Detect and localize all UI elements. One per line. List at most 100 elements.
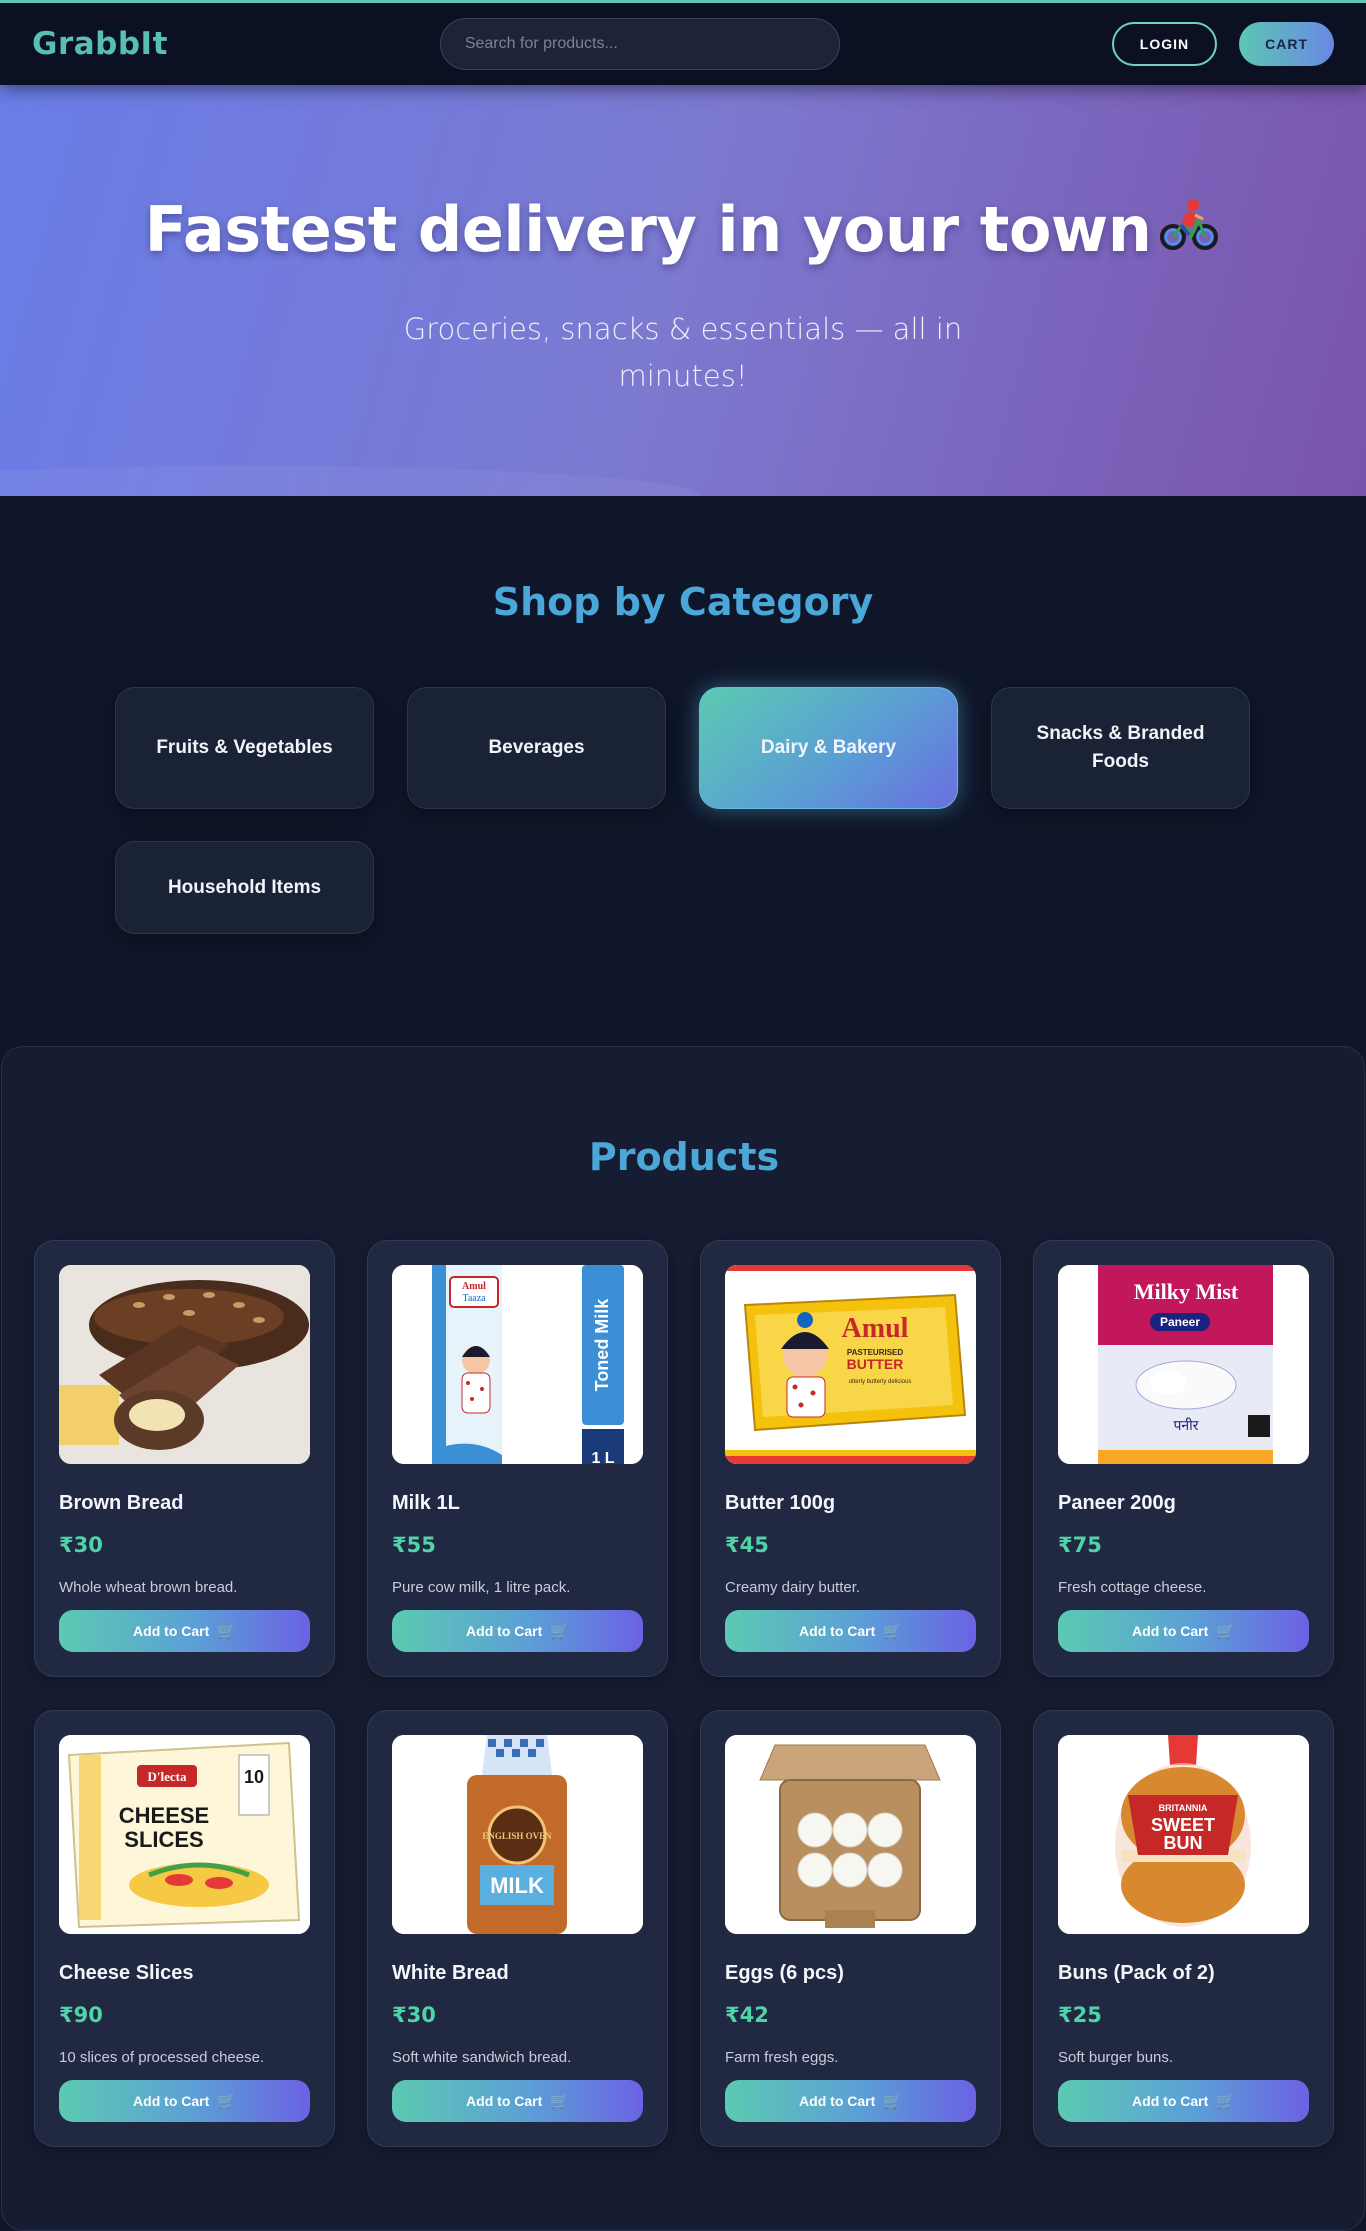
cart-icon: 🛒 (1216, 2093, 1235, 2110)
bun-label-line2: BUN (1164, 1833, 1203, 1853)
white-bread-brand-text: ENGLISH OVEN (482, 1831, 552, 1841)
paneer-brand-text: Milky Mist (1134, 1279, 1239, 1304)
paneer-pack-image: Milky Mist Paneer पनीर (1058, 1265, 1309, 1464)
product-name: Brown Bread (59, 1492, 184, 1514)
product-description: Pure cow milk, 1 litre pack. (392, 1579, 571, 1596)
add-to-cart-button[interactable]: Add to Cart 🛒 (59, 1610, 310, 1652)
product-price: ₹30 (392, 2003, 436, 2027)
add-to-cart-label: Add to Cart (466, 1623, 543, 1639)
product-name: Milk 1L (392, 1492, 460, 1514)
white-bread-image: ENGLISH OVEN MILK (392, 1735, 643, 1934)
bicycle-rider-icon (1159, 197, 1221, 270)
paneer-label-text: Paneer (1160, 1315, 1200, 1329)
product-price: ₹55 (392, 1533, 436, 1557)
butter-pack-image: Amul PASTEURISED BUTTER utterly butterly de… (725, 1265, 976, 1464)
category-dairy-bakery[interactable]: Dairy & Bakery (699, 687, 958, 809)
milk-pack-image: Amul Taaza Toned Milk 1 L (392, 1265, 643, 1464)
top-navbar: GrabbIt LOGIN CART (0, 0, 1366, 85)
add-to-cart-button[interactable]: Add to Cart 🛒 (725, 1610, 976, 1652)
products-section: Products Brown Bread ₹30 Whole wheat bro… (1, 1046, 1365, 2231)
hero-decoration (0, 466, 700, 496)
product-card-milk: Amul Taaza Toned Milk 1 L Milk 1L ₹55 Pure … (367, 1240, 668, 1677)
search-input[interactable] (439, 18, 840, 70)
product-description: 10 slices of processed cheese. (59, 2049, 265, 2066)
milk-brand-text: Amul (462, 1281, 486, 1292)
product-description: Fresh cottage cheese. (1058, 1579, 1207, 1596)
product-name: Cheese Slices (59, 1962, 194, 1984)
product-card-eggs: Eggs (6 pcs) ₹42 Farm fresh eggs. Add to… (700, 1710, 1001, 2147)
product-card-buns: BRITANNIA SWEET BUN Buns (Pack of 2) ₹25 S… (1033, 1710, 1334, 2147)
add-to-cart-button[interactable]: Add to Cart 🛒 (392, 1610, 643, 1652)
category-household-items[interactable]: Household Items (115, 841, 374, 934)
cart-icon: 🛒 (550, 1623, 569, 1640)
hero-banner: Fastest delivery in your town Groceries,… (0, 85, 1366, 496)
add-to-cart-button[interactable]: Add to Cart 🛒 (725, 2080, 976, 2122)
product-description: Soft white sandwich bread. (392, 2049, 572, 2066)
product-card-brown-bread: Brown Bread ₹30 Whole wheat brown bread.… (34, 1240, 335, 1677)
product-grid: Brown Bread ₹30 Whole wheat brown bread.… (34, 1240, 1334, 2147)
cheese-label-line1: CHEESE (119, 1803, 209, 1828)
product-name: Paneer 200g (1058, 1492, 1176, 1514)
category-beverages[interactable]: Beverages (407, 687, 666, 809)
add-to-cart-label: Add to Cart (799, 2093, 876, 2109)
butter-tagline-text: utterly butterly delicious (849, 1379, 912, 1385)
cheese-count-text: 10 (244, 1767, 264, 1787)
login-button[interactable]: LOGIN (1111, 22, 1218, 66)
add-to-cart-button[interactable]: Add to Cart 🛒 (392, 2080, 643, 2122)
product-price: ₹42 (725, 2003, 769, 2027)
milk-volume-text: 1 L (591, 1450, 614, 1464)
cart-icon: 🛒 (883, 2093, 902, 2110)
add-to-cart-label: Add to Cart (133, 1623, 210, 1639)
add-to-cart-button[interactable]: Add to Cart 🛒 (59, 2080, 310, 2122)
product-description: Creamy dairy butter. (725, 1579, 861, 1596)
brand-logo[interactable]: GrabbIt (32, 26, 168, 62)
add-to-cart-label: Add to Cart (1132, 1623, 1209, 1639)
product-card-paneer: Milky Mist Paneer पनीर Paneer 200g ₹75 Fre… (1033, 1240, 1334, 1677)
product-name: Buns (Pack of 2) (1058, 1962, 1215, 1984)
product-card-butter: Amul PASTEURISED BUTTER utterly butterly de… (700, 1240, 1001, 1677)
bun-label-line1: SWEET (1151, 1815, 1215, 1835)
milk-variant-text: Taaza (462, 1293, 486, 1304)
product-name: Butter 100g (725, 1492, 836, 1514)
product-description: Soft burger buns. (1058, 2049, 1174, 2066)
white-bread-label-text: MILK (490, 1873, 544, 1898)
add-to-cart-button[interactable]: Add to Cart 🛒 (1058, 2080, 1309, 2122)
category-fruits-vegetables[interactable]: Fruits & Vegetables (115, 687, 374, 809)
product-card-cheese-slices: D'lecta CHEESE SLICES 10 Cheese Slices ₹90 … (34, 1710, 335, 2147)
bun-brand-text: BRITANNIA (1159, 1803, 1208, 1813)
hero-subtitle: Groceries, snacks & essentials — all in … (403, 312, 963, 393)
hero-title: Fastest delivery in your town (0, 193, 1366, 270)
product-description: Farm fresh eggs. (725, 2049, 839, 2066)
cart-button[interactable]: CART (1239, 22, 1334, 66)
category-section-title: Shop by Category (492, 580, 874, 624)
product-price: ₹75 (1058, 1533, 1102, 1557)
product-name: Eggs (6 pcs) (725, 1962, 844, 1984)
product-price: ₹25 (1058, 2003, 1102, 2027)
cheese-slices-image: D'lecta CHEESE SLICES 10 (59, 1735, 310, 1934)
cart-icon: 🛒 (217, 1623, 236, 1640)
category-snacks-branded-foods[interactable]: Snacks & Branded Foods (991, 687, 1250, 809)
burger-buns-image: BRITANNIA SWEET BUN (1058, 1735, 1309, 1934)
cart-icon: 🛒 (1216, 1623, 1235, 1640)
cheese-brand-text: D'lecta (148, 1769, 187, 1784)
add-to-cart-label: Add to Cart (799, 1623, 876, 1639)
cart-icon: 🛒 (883, 1623, 902, 1640)
add-to-cart-label: Add to Cart (133, 2093, 210, 2109)
product-name: White Bread (392, 1962, 509, 1984)
product-card-white-bread: ENGLISH OVEN MILK White Bread ₹30 Soft wh… (367, 1710, 668, 2147)
add-to-cart-label: Add to Cart (466, 2093, 543, 2109)
hero-title-text: Fastest delivery in your town (144, 193, 1152, 266)
products-section-title: Products (588, 1135, 780, 1179)
add-to-cart-label: Add to Cart (1132, 2093, 1209, 2109)
cheese-label-line2: SLICES (124, 1827, 203, 1852)
cart-icon: 🛒 (550, 2093, 569, 2110)
product-description: Whole wheat brown bread. (59, 1579, 238, 1596)
product-price: ₹90 (59, 2003, 103, 2027)
butter-brand-text: Amul (842, 1313, 909, 1344)
cart-icon: 🛒 (217, 2093, 236, 2110)
product-price: ₹45 (725, 1533, 769, 1557)
add-to-cart-button[interactable]: Add to Cart 🛒 (1058, 1610, 1309, 1652)
nav-actions: LOGIN CART (1111, 22, 1334, 66)
paneer-hindi-text: पनीर (1173, 1417, 1198, 1434)
brown-bread-image (59, 1265, 310, 1464)
